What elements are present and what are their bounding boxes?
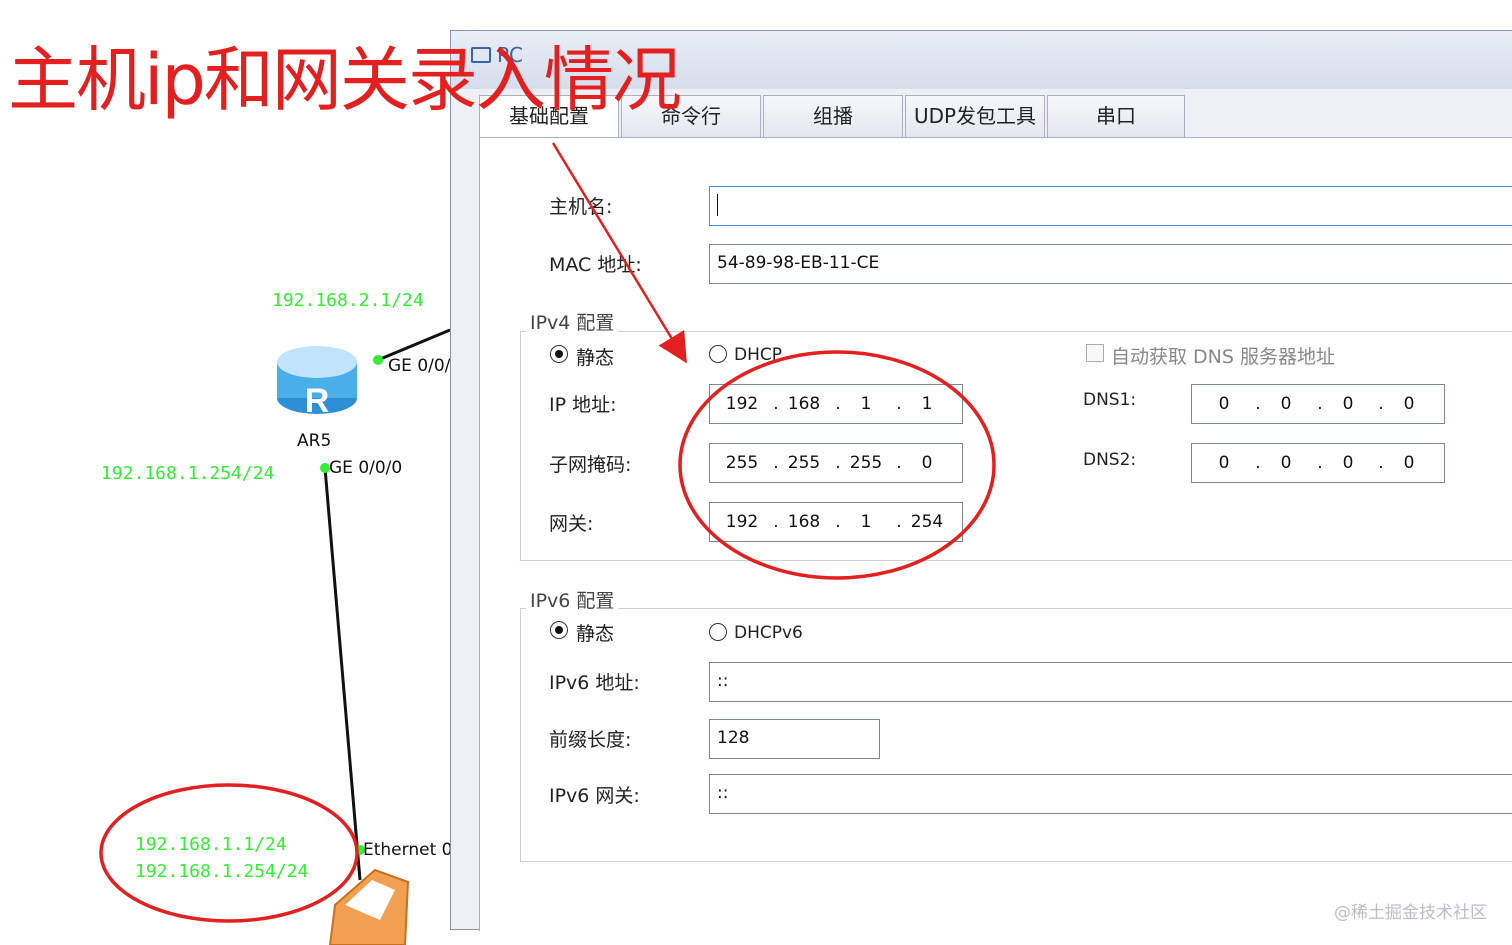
tab-content-basic: 主机名: MAC 地址: 54-89-98-EB-11-CE IPv4 配置 静… bbox=[479, 137, 1512, 931]
ip-dot: . bbox=[835, 453, 841, 473]
dns1-octet-2: 0 bbox=[1280, 394, 1292, 414]
router-name: AR5 bbox=[297, 431, 332, 451]
ip-dot: . bbox=[1378, 453, 1384, 473]
iface-label-lan: GE 0/0/0 bbox=[329, 458, 403, 478]
ipv6-dhcp-label: DHCPv6 bbox=[734, 623, 803, 643]
gateway-label: 网关: bbox=[549, 513, 594, 535]
ip-label-top: 192.168.2.1/24 bbox=[272, 290, 424, 311]
gw-octet-1: 192 bbox=[725, 512, 759, 532]
ip-dot: . bbox=[773, 394, 779, 414]
ipv6-group bbox=[520, 608, 1512, 862]
ip-dot: . bbox=[1317, 453, 1323, 473]
pc-gw-label: 192.168.1.254/24 bbox=[135, 861, 309, 882]
ip-octet-2: 168 bbox=[787, 394, 821, 414]
mask-octet-4: 0 bbox=[921, 453, 933, 473]
ip-label-router-lan: 192.168.1.254/24 bbox=[101, 463, 275, 484]
dns2-octet-4: 0 bbox=[1403, 453, 1415, 473]
iface-label-top: GE 0/0/ bbox=[388, 356, 451, 376]
ip-dot: . bbox=[896, 453, 902, 473]
ipv6-gateway-input[interactable]: :: bbox=[709, 774, 1512, 814]
subnet-mask-input[interactable]: 255. 255. 255. 0 bbox=[709, 443, 963, 483]
ip-dot: . bbox=[1255, 394, 1261, 414]
pc-ip-label: 192.168.1.1/24 bbox=[135, 834, 287, 855]
ip-dot: . bbox=[1255, 453, 1261, 473]
ip-dot: . bbox=[773, 453, 779, 473]
annotation-title: 主机ip和网关录入情况 bbox=[8, 39, 682, 121]
dns1-label: DNS1: bbox=[1083, 390, 1137, 410]
mac-field[interactable]: 54-89-98-EB-11-CE bbox=[709, 244, 1512, 284]
ipv6-gateway-label: IPv6 网关: bbox=[549, 785, 640, 807]
dns1-octet-4: 0 bbox=[1403, 394, 1415, 414]
ipv4-static-radio[interactable] bbox=[550, 345, 568, 363]
prefix-length-label: 前缀长度: bbox=[549, 729, 632, 751]
pc-icon[interactable] bbox=[328, 868, 410, 945]
ip-octet-1: 192 bbox=[725, 394, 759, 414]
dns2-label: DNS2: bbox=[1083, 450, 1137, 470]
ip-dot: . bbox=[1378, 394, 1384, 414]
router-icon[interactable]: R bbox=[277, 346, 357, 420]
ipv4-static-label: 静态 bbox=[576, 347, 615, 369]
auto-dns-label: 自动获取 DNS 服务器地址 bbox=[1111, 346, 1335, 368]
ip-address-label: IP 地址: bbox=[549, 394, 617, 416]
mac-label: MAC 地址: bbox=[549, 254, 642, 276]
ip-octet-3: 1 bbox=[860, 394, 872, 414]
pc-iface-label: Ethernet 0 bbox=[363, 840, 453, 860]
dns2-octet-3: 0 bbox=[1342, 453, 1354, 473]
ipv6-dhcp-radio[interactable] bbox=[709, 623, 727, 641]
mask-octet-3: 255 bbox=[849, 453, 883, 473]
dns2-octet-2: 0 bbox=[1280, 453, 1292, 473]
watermark: @稀土掘金技术社区 bbox=[1334, 903, 1487, 923]
prefix-length-input[interactable]: 128 bbox=[709, 719, 880, 759]
tab-multicast[interactable]: 组播 bbox=[763, 95, 903, 137]
mask-octet-1: 255 bbox=[725, 453, 759, 473]
port-indicator-top bbox=[373, 355, 383, 365]
dns1-octet-1: 0 bbox=[1218, 394, 1230, 414]
ipv6-static-radio[interactable] bbox=[550, 621, 568, 639]
gw-octet-4: 254 bbox=[910, 512, 944, 532]
dns2-octet-1: 0 bbox=[1218, 453, 1230, 473]
ip-dot: . bbox=[835, 512, 841, 532]
auto-dns-checkbox[interactable] bbox=[1086, 344, 1104, 362]
hostname-label: 主机名: bbox=[549, 196, 613, 218]
ipv6-address-input[interactable]: :: bbox=[709, 662, 1512, 702]
ip-octet-4: 1 bbox=[921, 394, 933, 414]
ip-dot: . bbox=[896, 512, 902, 532]
tab-serial[interactable]: 串口 bbox=[1047, 95, 1185, 137]
svg-text:R: R bbox=[305, 382, 330, 420]
mask-octet-2: 255 bbox=[787, 453, 821, 473]
dns1-input[interactable]: 0. 0. 0. 0 bbox=[1191, 384, 1445, 424]
ipv4-group-title: IPv4 配置 bbox=[526, 308, 619, 335]
gw-octet-2: 168 bbox=[787, 512, 821, 532]
ipv6-static-label: 静态 bbox=[576, 623, 615, 645]
text-cursor bbox=[717, 194, 718, 216]
gateway-input[interactable]: 192. 168. 1. 254 bbox=[709, 502, 963, 542]
ip-dot: . bbox=[896, 394, 902, 414]
gw-octet-3: 1 bbox=[860, 512, 872, 532]
ip-address-input[interactable]: 192. 168. 1. 1 bbox=[709, 384, 963, 424]
ipv4-dhcp-label: DHCP bbox=[734, 345, 782, 365]
ipv6-group-title: IPv6 配置 bbox=[526, 586, 619, 613]
ip-dot: . bbox=[1317, 394, 1323, 414]
dns2-input[interactable]: 0. 0. 0. 0 bbox=[1191, 443, 1445, 483]
subnet-mask-label: 子网掩码: bbox=[549, 454, 632, 476]
pc-config-dialog: PC 基础配置 命令行 组播 UDP发包工具 串口 主机名: MAC 地址: 5… bbox=[450, 30, 1512, 931]
dns1-octet-3: 0 bbox=[1342, 394, 1354, 414]
ip-dot: . bbox=[773, 512, 779, 532]
ipv6-address-label: IPv6 地址: bbox=[549, 672, 640, 694]
tab-udp-tool[interactable]: UDP发包工具 bbox=[905, 95, 1045, 137]
hostname-input[interactable] bbox=[709, 186, 1512, 226]
ip-dot: . bbox=[835, 394, 841, 414]
ipv4-dhcp-radio[interactable] bbox=[709, 345, 727, 363]
link-router-pc bbox=[323, 467, 362, 881]
